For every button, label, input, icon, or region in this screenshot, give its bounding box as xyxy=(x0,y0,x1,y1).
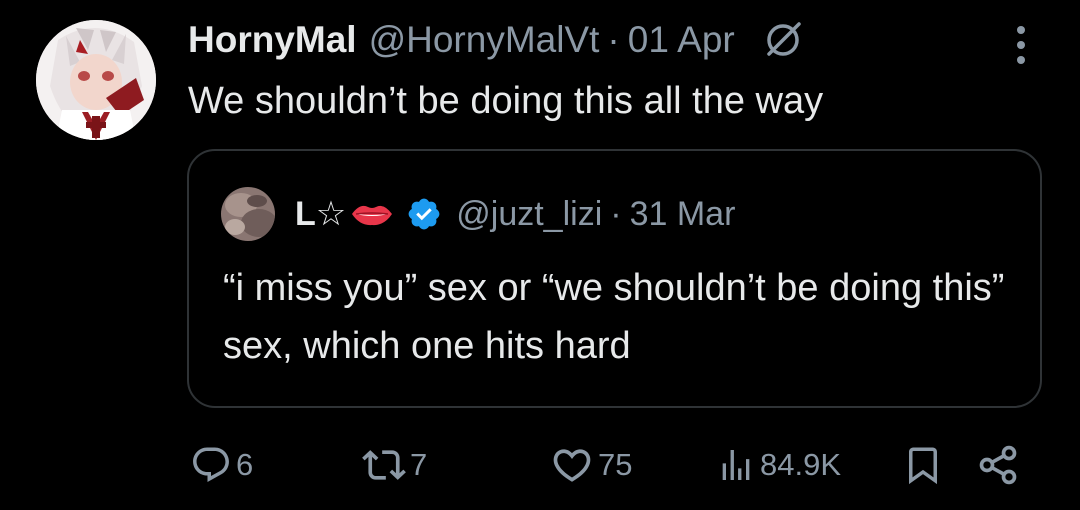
heart-icon xyxy=(553,449,591,482)
views-count: 84.9K xyxy=(760,447,842,482)
more-options-button[interactable] xyxy=(1008,20,1034,70)
like-count: 75 xyxy=(598,447,633,482)
like-button[interactable]: 75 xyxy=(550,440,632,490)
tweet-text: We shouldn’t be doing this all the way xyxy=(188,80,824,122)
bookmark-button[interactable] xyxy=(902,440,944,490)
author-handle[interactable]: @HornyMalVt xyxy=(369,19,600,61)
retweet-button[interactable]: 7 xyxy=(362,440,427,490)
quoted-tweet-date[interactable]: 31 Mar xyxy=(630,195,736,234)
separator-dot: · xyxy=(607,19,620,60)
quoted-author-name[interactable]: L☆ xyxy=(295,194,346,234)
reply-icon xyxy=(193,447,229,482)
reply-count: 6 xyxy=(236,447,254,482)
lips-emoji-icon xyxy=(350,201,394,227)
quoted-author-avatar-image xyxy=(221,187,275,241)
grok-slash-circle-icon[interactable] xyxy=(761,18,805,62)
quoted-tweet-text: “i miss you” sex or “we shouldn’t be doi… xyxy=(223,267,1005,367)
author-avatar[interactable] xyxy=(36,20,156,140)
views-button[interactable]: 84.9K xyxy=(716,440,841,490)
views-icon xyxy=(722,450,750,480)
tweet-header: HornyMal @HornyMalVt · 01 Apr xyxy=(188,16,805,64)
quoted-author-avatar[interactable] xyxy=(221,187,275,241)
tweet-date[interactable]: 01 Apr xyxy=(628,19,735,61)
quoted-tweet-header: L☆ @juzt_lizi · 31 Mar xyxy=(295,191,735,237)
share-button[interactable] xyxy=(976,440,1020,490)
share-icon xyxy=(979,445,1017,485)
quoted-author-handle[interactable]: @juzt_lizi xyxy=(456,195,602,234)
quoted-separator-dot: · xyxy=(610,194,622,233)
bookmark-icon xyxy=(909,447,937,485)
verified-badge-icon[interactable] xyxy=(406,196,442,232)
retweet-icon xyxy=(362,450,406,480)
more-vertical-icon xyxy=(1017,26,1025,64)
quoted-tweet-card[interactable]: L☆ @juzt_lizi · 31 Mar “i miss you” sex … xyxy=(187,149,1042,408)
reply-button[interactable]: 6 xyxy=(190,440,253,490)
author-avatar-image xyxy=(36,20,156,140)
author-name[interactable]: HornyMal xyxy=(188,19,357,61)
retweet-count: 7 xyxy=(410,447,428,482)
